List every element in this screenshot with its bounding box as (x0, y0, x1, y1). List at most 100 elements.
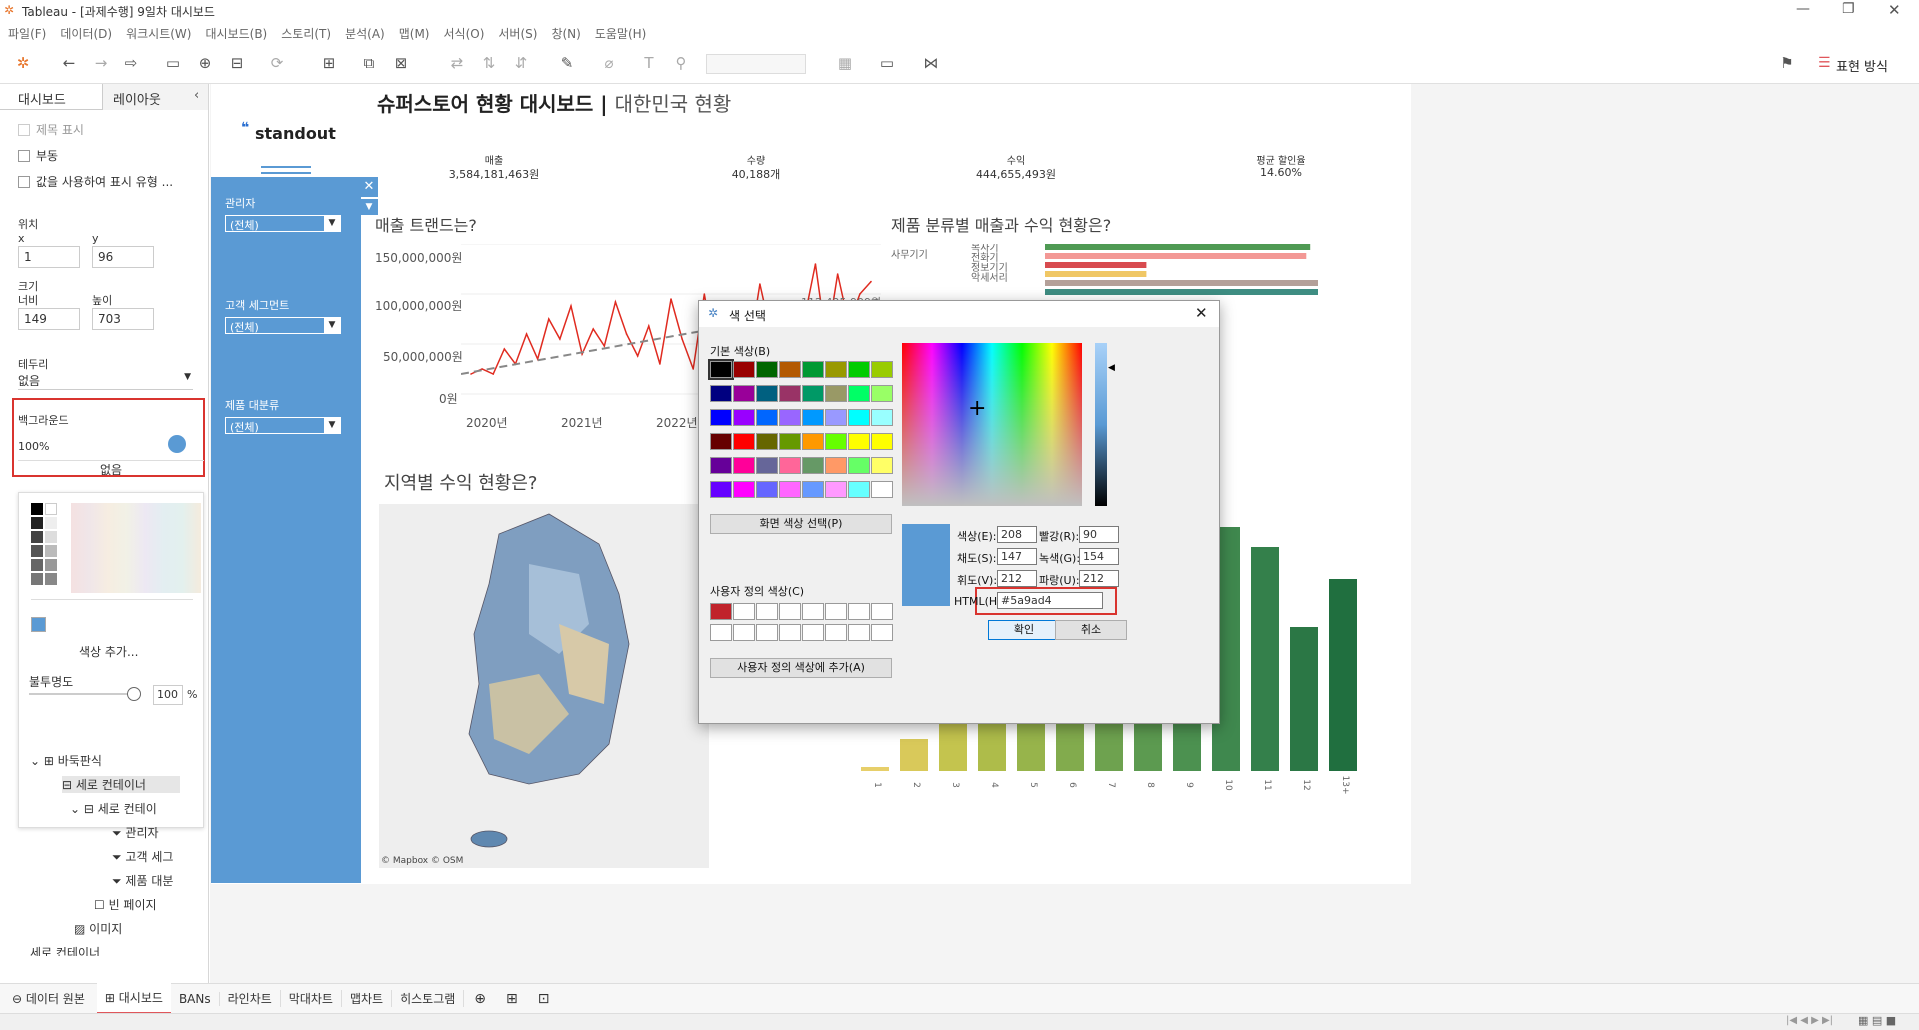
menu-map[interactable]: 맵(M) (399, 25, 430, 42)
new-sheet-icon[interactable]: ⊞ (318, 52, 340, 74)
menu-analysis[interactable]: 분석(A) (345, 25, 385, 42)
basic-color-swatch[interactable] (779, 481, 801, 498)
pick-screen-color-button[interactable]: 화면 색상 선택(P) (710, 514, 892, 534)
sort-desc-icon[interactable]: ⇵ (510, 52, 532, 74)
custom-color-swatch[interactable] (802, 603, 824, 620)
x-position-input[interactable]: 1 (18, 246, 80, 268)
add-color-link[interactable]: 색상 추가... (79, 643, 138, 660)
custom-color-swatch[interactable] (756, 624, 778, 641)
dialog-close-icon[interactable]: ✕ (1195, 304, 1208, 322)
custom-color-swatch[interactable] (848, 603, 870, 620)
pin-format-icon[interactable]: ⚑ (1776, 52, 1798, 74)
tree-item[interactable]: ⏷ 제품 대분 (112, 872, 173, 889)
basic-color-swatch[interactable] (710, 481, 732, 498)
y-position-input[interactable]: 96 (92, 246, 154, 268)
menu-handle-icon[interactable] (261, 166, 311, 174)
menu-server[interactable]: 서버(S) (498, 25, 537, 42)
basic-color-swatch[interactable] (710, 457, 732, 474)
tree-item[interactable]: ⏷ 고객 세그 (112, 848, 173, 865)
custom-color-swatch[interactable] (871, 624, 893, 641)
width-input[interactable]: 149 (18, 308, 80, 330)
refresh-icon[interactable]: ⟳ (266, 52, 288, 74)
basic-color-swatch[interactable] (825, 433, 847, 450)
basic-color-swatch[interactable] (708, 359, 734, 380)
swap-icon[interactable]: ⇄ (446, 52, 468, 74)
custom-color-swatch[interactable] (871, 603, 893, 620)
custom-color-swatch[interactable] (710, 624, 732, 641)
tab-bans[interactable]: BANs (171, 991, 220, 1006)
sort-asc-icon[interactable]: ⇅ (478, 52, 500, 74)
basic-color-swatch[interactable] (733, 457, 755, 474)
container-menu-icon[interactable]: ▼ (360, 199, 378, 215)
grid-view-icon[interactable]: ▦ ▤ ■ (1858, 1014, 1896, 1027)
recent-color-swatch[interactable] (31, 617, 46, 632)
tab-dashboard-active[interactable]: ⊞ 대시보드 (96, 982, 171, 1015)
custom-color-swatch[interactable] (825, 624, 847, 641)
basic-color-swatch[interactable] (848, 361, 870, 378)
red-input[interactable]: 90 (1079, 526, 1119, 543)
basic-color-swatch[interactable] (825, 409, 847, 426)
custom-colors-grid[interactable] (710, 603, 896, 649)
basic-color-swatch[interactable] (848, 433, 870, 450)
basic-color-swatch[interactable] (825, 457, 847, 474)
basic-color-swatch[interactable] (710, 433, 732, 450)
category-filter-dropdown[interactable]: (전체) ▼ (225, 417, 341, 434)
save-icon[interactable]: ▭ (162, 52, 184, 74)
basic-color-swatch[interactable] (779, 433, 801, 450)
basic-color-swatch[interactable] (802, 361, 824, 378)
basic-color-swatch[interactable] (756, 481, 778, 498)
basic-color-swatch[interactable] (756, 385, 778, 402)
collapse-icon[interactable]: ‹ (194, 88, 199, 103)
basic-color-swatch[interactable] (871, 481, 893, 498)
pause-updates-icon[interactable]: ⊟ (226, 52, 248, 74)
border-dropdown[interactable]: 없음 ▼ (18, 372, 193, 390)
basic-color-swatch[interactable] (825, 361, 847, 378)
color-spectrum[interactable] (902, 343, 1082, 506)
menu-dashboard[interactable]: 대시보드(B) (205, 25, 267, 42)
basic-color-swatch[interactable] (848, 481, 870, 498)
menu-file[interactable]: 파일(F) (8, 25, 46, 42)
basic-colors-grid[interactable] (708, 359, 896, 505)
new-story-icon[interactable]: ⊡ (528, 991, 560, 1007)
basic-color-swatch[interactable] (779, 457, 801, 474)
basic-color-swatch[interactable] (848, 385, 870, 402)
tree-item[interactable]: ⌄ ⊟ 세로 컨테이 (70, 800, 157, 817)
green-input[interactable]: 154 (1079, 548, 1119, 565)
custom-color-swatch[interactable] (756, 603, 778, 620)
basic-color-swatch[interactable] (848, 409, 870, 426)
region-map[interactable]: © Mapbox © OSM (379, 504, 709, 868)
basic-color-swatch[interactable] (756, 433, 778, 450)
sat-input[interactable]: 147 (997, 548, 1037, 565)
opacity-input[interactable]: 100 (153, 685, 183, 705)
pastel-swatches[interactable] (71, 503, 201, 593)
basic-color-swatch[interactable] (733, 385, 755, 402)
tab-bar-chart[interactable]: 막대차트 (281, 990, 342, 1007)
basic-color-swatch[interactable] (733, 361, 755, 378)
cancel-button[interactable]: 취소 (1055, 620, 1127, 640)
group-icon[interactable]: ⌀ (598, 52, 620, 74)
custom-color-swatch[interactable] (733, 603, 755, 620)
show-me-button[interactable]: 표현 방식 (1836, 56, 1888, 75)
luminance-slider[interactable] (1095, 343, 1107, 506)
tab-line-chart[interactable]: 라인차트 (220, 990, 281, 1007)
basic-color-swatch[interactable] (779, 361, 801, 378)
basic-color-swatch[interactable] (871, 433, 893, 450)
basic-color-swatch[interactable] (733, 409, 755, 426)
basic-color-swatch[interactable] (756, 409, 778, 426)
basic-color-swatch[interactable] (825, 385, 847, 402)
add-custom-color-button[interactable]: 사용자 정의 색상에 추가(A) (710, 658, 892, 678)
tab-data-source[interactable]: ⊖ 데이터 원본 (0, 990, 97, 1007)
basic-color-swatch[interactable] (802, 481, 824, 498)
basic-color-swatch[interactable] (871, 409, 893, 426)
label-icon[interactable]: T (638, 52, 660, 74)
custom-color-swatch[interactable] (733, 624, 755, 641)
tree-item[interactable]: ⌄ ⊞ 바둑판식 (30, 752, 102, 769)
menu-help[interactable]: 도움말(H) (595, 25, 647, 42)
basic-color-swatch[interactable] (733, 481, 755, 498)
duplicate-icon[interactable]: ⧉ (358, 52, 380, 74)
tab-map-chart[interactable]: 맵차트 (342, 990, 393, 1007)
hue-input[interactable]: 208 (997, 526, 1037, 543)
custom-color-swatch[interactable] (779, 624, 801, 641)
menu-worksheet[interactable]: 워크시트(W) (126, 25, 191, 42)
html-color-input[interactable]: #5a9ad4 (997, 592, 1103, 609)
